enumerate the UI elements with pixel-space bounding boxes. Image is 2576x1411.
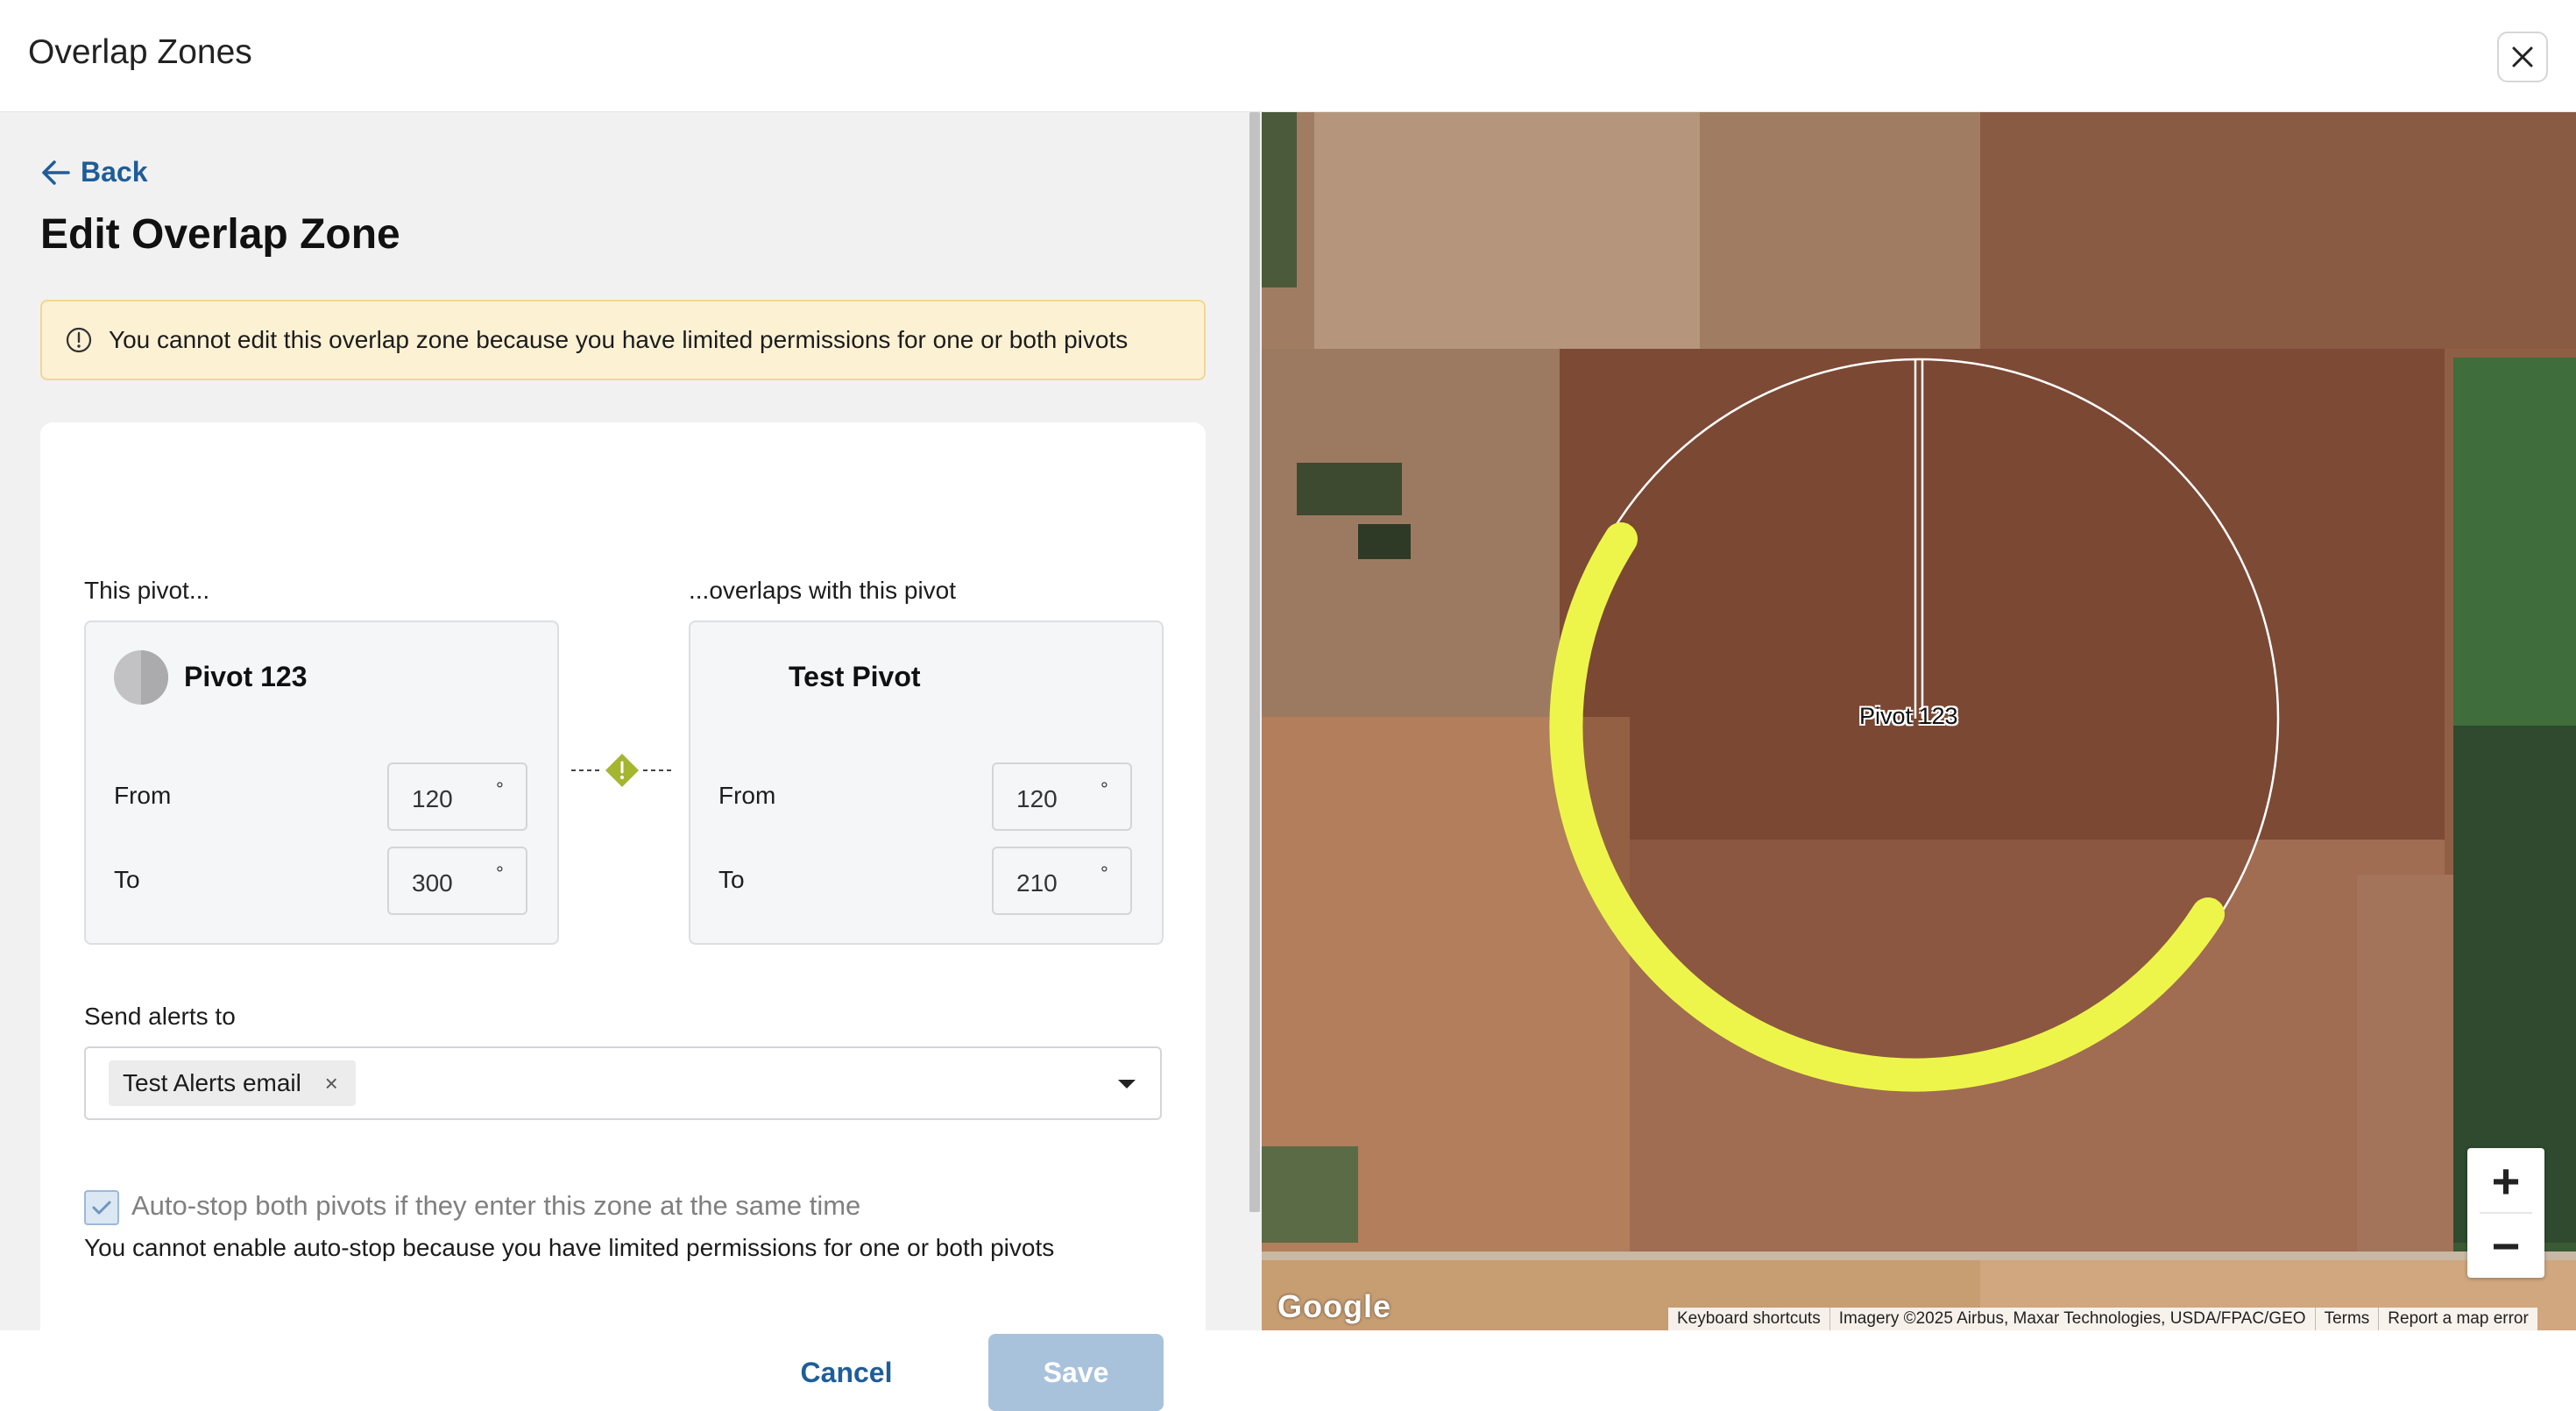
zoom-in-button[interactable]: + (2467, 1148, 2544, 1213)
alert-chip: Test Alerts email × (109, 1060, 356, 1106)
info-circle-icon (66, 327, 92, 353)
dialog-title: Overlap Zones (28, 33, 252, 71)
pivot-a-from-input[interactable]: 120 ° (387, 762, 527, 831)
report-error-link[interactable]: Report a map error (2378, 1308, 2537, 1330)
pivot-b-to-value: 210 (1016, 869, 1058, 897)
cancel-button[interactable]: Cancel (759, 1334, 934, 1411)
edit-panel: Back Edit Overlap Zone You cannot edit t… (0, 112, 1248, 1411)
caret-down-icon[interactable] (1118, 1080, 1136, 1088)
overlap-form-card: This pivot... ...overlaps with this pivo… (40, 422, 1206, 1411)
imagery-credit: Imagery ©2025 Airbus, Maxar Technologies… (1829, 1308, 2315, 1330)
pivot-b-from-value: 120 (1016, 785, 1058, 812)
degree-symbol: ° (496, 862, 504, 884)
pivot-b-card: Test Pivot From 120 ° To 210 ° (689, 620, 1164, 945)
pivot-a-from-value: 120 (412, 785, 453, 812)
autostop-checkbox[interactable] (84, 1190, 119, 1225)
checkmark-icon (92, 1201, 111, 1215)
close-icon (2512, 46, 2533, 67)
pivot-a-to-label: To (114, 866, 140, 893)
back-link[interactable]: Back (40, 156, 148, 188)
autostop-label: Auto-stop both pivots if they enter this… (131, 1190, 861, 1221)
warning-diamond-icon (605, 754, 639, 787)
pivot-a-to-input[interactable]: 300 ° (387, 847, 527, 915)
page-title: Edit Overlap Zone (40, 211, 400, 258)
pivot-b-to-label: To (718, 866, 745, 893)
this-pivot-label: This pivot... (84, 577, 210, 604)
terms-link[interactable]: Terms (2314, 1308, 2379, 1330)
send-alerts-label: Send alerts to (84, 1003, 236, 1030)
dialog-header: Overlap Zones (0, 0, 2576, 112)
google-logo: Google (1277, 1288, 1391, 1324)
pivot-a-from-label: From (114, 782, 172, 809)
pivot-a-card: Pivot 123 From 120 ° To 300 ° (84, 620, 559, 945)
save-button[interactable]: Save (988, 1334, 1164, 1411)
remove-chip-icon[interactable]: × (325, 1060, 338, 1106)
permission-warning-banner: You cannot edit this overlap zone becaus… (40, 300, 1206, 380)
alert-chip-label: Test Alerts email (123, 1069, 301, 1096)
back-label: Back (81, 156, 148, 188)
degree-symbol: ° (496, 778, 504, 800)
pivot-b-to-input[interactable]: 210 ° (992, 847, 1132, 915)
map-attribution: Keyboard shortcuts Imagery ©2025 Airbus,… (1668, 1308, 2537, 1330)
close-button[interactable] (2497, 32, 2548, 82)
overlaps-label: ...overlaps with this pivot (689, 577, 957, 604)
zoom-control: + − (2467, 1148, 2544, 1278)
arrow-left-icon (42, 160, 70, 185)
pivot-a-to-value: 300 (412, 869, 453, 897)
alerts-multiselect[interactable]: Test Alerts email × (84, 1046, 1162, 1120)
zoom-out-button[interactable]: − (2467, 1213, 2544, 1278)
keyboard-shortcuts-link[interactable]: Keyboard shortcuts (1668, 1308, 1829, 1330)
pivot-b-from-input[interactable]: 120 ° (992, 762, 1132, 831)
autostop-permission-note: You cannot enable auto-stop because you … (84, 1234, 1055, 1261)
map-view[interactable]: Pivot 123 (1262, 112, 2576, 1330)
panel-scrollbar[interactable] (1248, 112, 1262, 1330)
pivot-b-from-label: From (718, 782, 776, 809)
pivot-map-label: Pivot 123 (1859, 703, 1958, 729)
overlap-connector (571, 754, 673, 787)
pivot-a-name: Pivot 123 (184, 661, 308, 692)
pivot-b-name: Test Pivot (789, 661, 921, 692)
pivot-a-avatar (114, 650, 168, 705)
degree-symbol: ° (1100, 862, 1108, 884)
scrollbar-thumb[interactable] (1249, 112, 1260, 1212)
warning-message: You cannot edit this overlap zone becaus… (109, 326, 1129, 353)
degree-symbol: ° (1100, 778, 1108, 800)
